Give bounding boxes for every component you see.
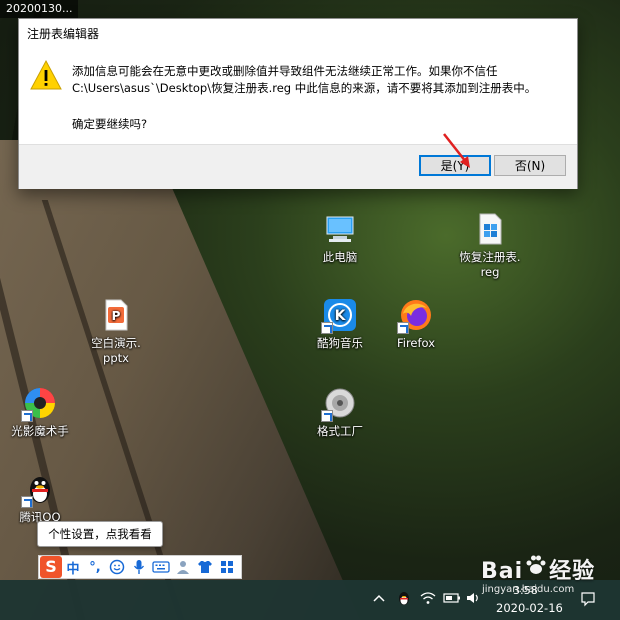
ime-punctuation-toggle[interactable]: °, bbox=[84, 556, 106, 578]
dialog-message: 添加信息可能会在无意中更改或删除值并导致组件无法继续正常工作。如果你不信任 C:… bbox=[72, 63, 536, 97]
desktop-icon-label: 空白演示. pptx bbox=[91, 336, 141, 365]
dialog-title: 注册表编辑器 bbox=[27, 27, 100, 41]
notification-icon[interactable] bbox=[580, 591, 596, 610]
ime-toolbar: S 中 °, bbox=[38, 555, 242, 579]
watermark-brand-left: Bai bbox=[481, 559, 524, 584]
desktop-icon-label: 光影魔术手 bbox=[11, 424, 69, 438]
desktop-icon-label: 格式工厂 bbox=[317, 424, 363, 438]
shortcut-arrow-icon bbox=[397, 322, 409, 334]
svg-text:P: P bbox=[112, 309, 121, 323]
desktop-icon-kugou[interactable]: K 酷狗音乐 bbox=[302, 298, 378, 351]
desktop-icon-this-pc[interactable]: 此电脑 bbox=[302, 212, 378, 265]
desktop-icon-reg-file[interactable]: 恢复注册表. reg bbox=[452, 212, 528, 280]
shortcut-arrow-icon bbox=[321, 410, 333, 422]
computer-icon bbox=[326, 216, 354, 242]
watermark-url: jingyan.baidu.com bbox=[482, 584, 575, 595]
warning-icon bbox=[30, 59, 62, 90]
svg-text:K: K bbox=[335, 308, 347, 324]
sogou-logo-icon[interactable]: S bbox=[40, 556, 62, 578]
desktop-icon-light-shadow[interactable]: 光影魔术手 bbox=[2, 386, 78, 439]
dialog-message-line2: C:\Users\asus`\Desktop\恢复注册表.reg 中此信息的来源… bbox=[72, 81, 537, 95]
mic-icon[interactable] bbox=[128, 556, 150, 578]
desktop-icon-firefox[interactable]: Firefox bbox=[378, 298, 454, 351]
dialog-message-line1: 添加信息可能会在无意中更改或删除值并导致组件无法继续正常工作。如果你不信任 bbox=[72, 64, 498, 78]
registry-file-icon bbox=[479, 213, 502, 245]
dialog-button-bar: 是(Y) 否(N) bbox=[19, 144, 577, 189]
desktop-icon-pptx[interactable]: P 空白演示. pptx bbox=[78, 298, 154, 366]
shortcut-arrow-icon bbox=[21, 496, 33, 508]
desktop-top-label: 20200130... bbox=[0, 0, 79, 18]
ime-mode-toggle[interactable]: 中 bbox=[62, 556, 84, 578]
red-arrow-icon bbox=[443, 133, 470, 168]
desktop-icon-label: 此电脑 bbox=[322, 250, 358, 264]
pptx-file-icon: P bbox=[105, 299, 128, 331]
volume-icon[interactable] bbox=[465, 591, 481, 608]
desktop-icon-label: 酷狗音乐 bbox=[317, 336, 363, 350]
skin-icon[interactable] bbox=[194, 556, 216, 578]
clock-date[interactable]: 2020-02-16 bbox=[496, 601, 563, 615]
dialog-question: 确定要继续吗? bbox=[72, 117, 148, 131]
no-button[interactable]: 否(N) bbox=[494, 155, 566, 176]
keyboard-icon[interactable] bbox=[150, 556, 172, 578]
registry-editor-dialog: 注册表编辑器 添加信息可能会在无意中更改或删除值并导致组件无法继续正常工作。如果… bbox=[18, 18, 578, 189]
shortcut-arrow-icon bbox=[321, 322, 333, 334]
chevron-up-icon[interactable] bbox=[372, 592, 386, 607]
user-icon[interactable] bbox=[172, 556, 194, 578]
desktop-icon-format-factory[interactable]: 格式工厂 bbox=[302, 386, 378, 439]
grid-icon[interactable] bbox=[216, 556, 238, 578]
wifi-icon[interactable] bbox=[420, 591, 436, 608]
watermark-brand-right: 经验 bbox=[549, 559, 596, 584]
shortcut-arrow-icon bbox=[21, 410, 33, 422]
desktop-icon-label: 恢复注册表. reg bbox=[459, 250, 521, 279]
qq-tray-icon[interactable] bbox=[396, 590, 412, 609]
baidu-paw-icon bbox=[526, 555, 546, 574]
ime-tooltip: 个性设置，点我看看 bbox=[37, 521, 163, 547]
desktop-icon-qq[interactable]: 腾讯QQ bbox=[2, 472, 78, 525]
emoji-icon[interactable] bbox=[106, 556, 128, 578]
battery-icon[interactable] bbox=[443, 592, 461, 607]
desktop-icon-label: Firefox bbox=[396, 336, 436, 350]
